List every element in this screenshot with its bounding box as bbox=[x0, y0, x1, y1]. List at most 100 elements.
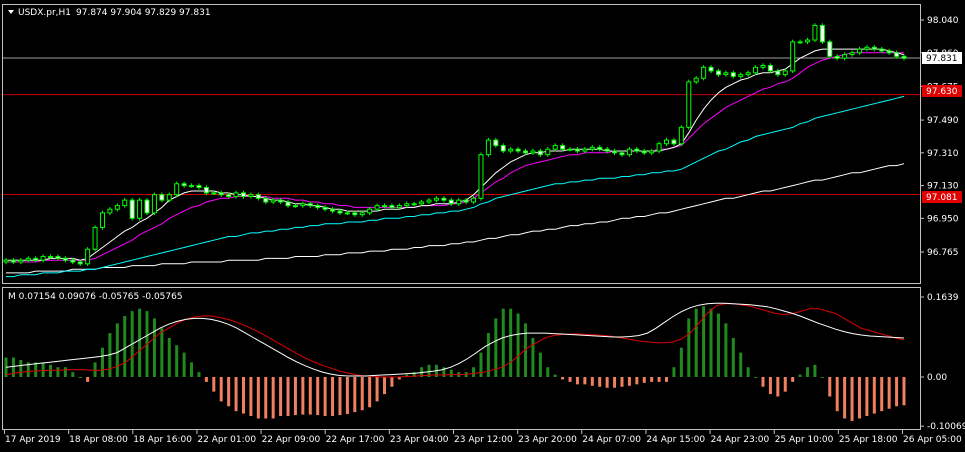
candle-body bbox=[715, 70, 721, 76]
histogram-bar bbox=[234, 377, 238, 412]
candle-body bbox=[226, 194, 232, 198]
histogram-bar bbox=[754, 377, 758, 378]
candle-body bbox=[834, 55, 840, 59]
candle-body bbox=[62, 257, 68, 261]
histogram-bar bbox=[479, 352, 483, 377]
histogram-bar bbox=[642, 377, 646, 383]
candle-body bbox=[307, 203, 313, 207]
histogram-bar bbox=[806, 367, 810, 377]
candle-body bbox=[842, 54, 848, 59]
price-tick-label: 98.040 bbox=[927, 16, 959, 26]
candle-body bbox=[619, 152, 625, 156]
candle-body bbox=[218, 192, 224, 196]
time-tick-label: 22 Apr 17:00 bbox=[326, 435, 385, 445]
candle-body bbox=[456, 199, 462, 205]
time-tick-label: 23 Apr 04:00 bbox=[390, 435, 449, 445]
candle-body bbox=[782, 70, 788, 76]
histogram-bar bbox=[175, 345, 179, 377]
histogram-bar bbox=[850, 377, 854, 421]
histogram-bar bbox=[279, 377, 283, 417]
candle-body bbox=[114, 205, 120, 210]
histogram-bar bbox=[11, 357, 15, 377]
histogram-bar bbox=[219, 377, 223, 402]
candle-body bbox=[849, 52, 855, 56]
histogram-bar bbox=[798, 374, 802, 377]
histogram-bar bbox=[345, 377, 349, 415]
candle-body bbox=[567, 148, 573, 151]
histogram-bar bbox=[546, 367, 550, 377]
candle-body bbox=[693, 77, 699, 83]
histogram-bar bbox=[627, 377, 631, 386]
histogram-bar bbox=[746, 367, 750, 377]
histogram-bar bbox=[843, 377, 847, 419]
time-tick-label: 23 Apr 20:00 bbox=[518, 435, 577, 445]
histogram-bar bbox=[768, 377, 772, 395]
histogram-bar bbox=[316, 377, 320, 416]
candle-body bbox=[767, 64, 773, 72]
histogram-bar bbox=[516, 313, 520, 377]
histogram-bar bbox=[857, 377, 861, 419]
histogram-bar bbox=[872, 377, 876, 414]
trading-chart[interactable]: USDX.pr,H1 97.874 97.904 97.829 97.831 M… bbox=[0, 0, 965, 452]
candle-body bbox=[322, 206, 328, 210]
candle-body bbox=[359, 212, 365, 216]
dropdown-triangle-icon[interactable] bbox=[8, 10, 14, 14]
candle-body bbox=[315, 205, 321, 208]
histogram-bar bbox=[49, 364, 53, 377]
histogram-bar bbox=[19, 359, 23, 377]
histogram-bar bbox=[605, 377, 609, 388]
ma-fast-line bbox=[6, 48, 905, 261]
candle-body bbox=[330, 208, 336, 212]
histogram-bar bbox=[204, 377, 208, 382]
histogram-bar bbox=[190, 362, 194, 377]
candle-body bbox=[560, 145, 566, 150]
histogram-bar bbox=[182, 352, 186, 377]
time-tick-label: 18 Apr 08:00 bbox=[69, 435, 128, 445]
candle-body bbox=[33, 257, 39, 261]
price-tick-label: 96.950 bbox=[927, 214, 959, 224]
candle-body bbox=[270, 199, 276, 203]
candle-body bbox=[686, 81, 692, 128]
candle-body bbox=[775, 70, 781, 76]
candle-body bbox=[805, 39, 811, 43]
time-tick-label: 17 Apr 2019 bbox=[5, 435, 61, 445]
histogram-bar bbox=[568, 377, 572, 382]
histogram-bar bbox=[739, 352, 743, 377]
candle-body bbox=[634, 148, 640, 152]
candle-body bbox=[582, 148, 588, 152]
candle-body bbox=[389, 205, 395, 208]
candle-body bbox=[166, 194, 172, 201]
candle-body bbox=[797, 41, 803, 44]
time-tick-label: 24 Apr 15:00 bbox=[646, 435, 705, 445]
candle-body bbox=[574, 148, 580, 152]
histogram-bar bbox=[308, 377, 312, 415]
histogram-bar bbox=[338, 377, 342, 416]
candle-body bbox=[144, 199, 150, 214]
candle-body bbox=[433, 197, 439, 201]
candle-body bbox=[738, 74, 744, 77]
candle-body bbox=[181, 183, 187, 187]
histogram-bar bbox=[212, 377, 216, 392]
candle-body bbox=[426, 199, 432, 203]
histogram-bar bbox=[353, 377, 357, 413]
candle-body bbox=[864, 46, 870, 50]
indicator-tick-label: 0.1639 bbox=[927, 293, 959, 303]
histogram-bar bbox=[123, 315, 127, 377]
candle-body bbox=[129, 199, 135, 219]
price-panel-frame bbox=[2, 4, 921, 284]
candle-body bbox=[515, 148, 521, 152]
candle-body bbox=[597, 146, 603, 150]
histogram-bar bbox=[271, 377, 275, 419]
histogram-bar bbox=[538, 352, 542, 377]
histogram-bar bbox=[902, 377, 906, 406]
candle-body bbox=[292, 205, 298, 208]
candles bbox=[3, 23, 907, 267]
candle-body bbox=[381, 205, 387, 208]
candle-body bbox=[10, 259, 16, 263]
histogram-bar bbox=[561, 377, 565, 380]
candle-body bbox=[70, 259, 76, 263]
indicator-axis: 0.1639 0.00 -0.10069 bbox=[920, 293, 965, 432]
candle-body bbox=[99, 212, 105, 228]
histogram-bar bbox=[509, 308, 513, 377]
histogram-bar bbox=[813, 364, 817, 377]
